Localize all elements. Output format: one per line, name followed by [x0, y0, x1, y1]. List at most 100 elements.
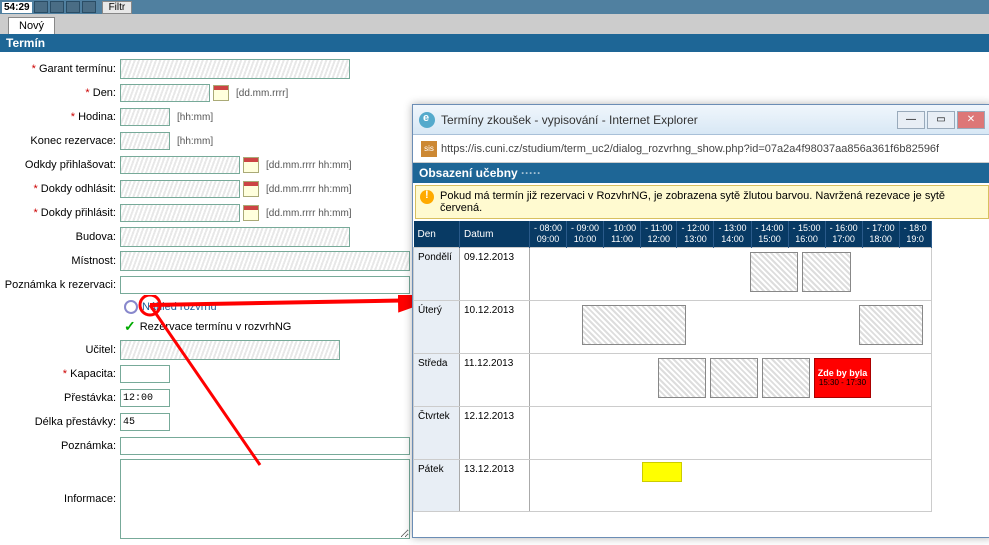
tab-novy[interactable]: Nový	[8, 17, 55, 34]
sis-favicon-icon: sis	[421, 141, 437, 157]
date-cell: 09.12.2013	[460, 248, 530, 301]
budova-select[interactable]: x	[120, 227, 350, 247]
poznamka-input[interactable]	[120, 437, 410, 455]
mistnost-select[interactable]: x	[120, 251, 410, 271]
dokdy-odhl-input[interactable]	[120, 180, 240, 198]
table-row: Středa 11.12.2013 Zde by byla 15:30 - 17…	[414, 354, 932, 407]
popup-content: Obsazení učebny ····· Pokud má termín ji…	[413, 163, 989, 537]
label-hodina: Hodina:	[78, 111, 116, 123]
col-hour: - 10:0011:00	[604, 221, 641, 248]
top-toolbar: 54:29 Filtr	[0, 0, 989, 14]
schedule-block[interactable]	[802, 252, 850, 292]
col-hour: - 15:0016:00	[788, 221, 825, 248]
label-poznamka: Poznámka:	[61, 440, 116, 452]
label-kapacita: Kapacita:	[70, 368, 116, 380]
warning-icon	[420, 190, 434, 204]
konec-input[interactable]	[120, 132, 170, 150]
label-pozn-rez: Poznámka k rezervaci:	[5, 279, 116, 291]
calendar-icon[interactable]	[243, 181, 259, 197]
label-delka: Délka přestávky:	[35, 416, 116, 428]
dokdy-prihl-input[interactable]	[120, 204, 240, 222]
ucitel-select[interactable]: x	[120, 340, 340, 360]
schedule-block[interactable]	[658, 358, 706, 398]
label-prestavka: Přestávka:	[64, 392, 116, 404]
day-cell: Středa	[414, 354, 460, 407]
popup-window: Termíny zkoušek - vypisování - Internet …	[412, 104, 989, 538]
label-konec: Konec rezervace:	[30, 135, 116, 147]
col-hour: - 09:0010:00	[567, 221, 604, 248]
nahled-rozvrhu-link[interactable]: Náhled rozvrhu	[142, 301, 217, 313]
col-hour: - 08:0009:00	[530, 221, 567, 248]
notice-text: Pokud má termín již rezervaci v RozvhrNG…	[440, 190, 945, 214]
home-icon[interactable]	[34, 1, 48, 13]
date-cell: 11.12.2013	[460, 354, 530, 407]
kapacita-input[interactable]	[120, 365, 170, 383]
label-dokdy-prihl: Dokdy přihlásit:	[41, 207, 116, 219]
bookmark-icon[interactable]	[66, 1, 80, 13]
reserved-block[interactable]	[642, 462, 682, 482]
odkdy-input[interactable]	[120, 156, 240, 174]
proposed-block[interactable]: Zde by byla 15:30 - 17:30	[814, 358, 870, 398]
label-odkdy: Odkdy přihlašovat:	[25, 159, 116, 171]
label-den: Den:	[93, 87, 116, 99]
label-dokdy-odhl: Dokdy odhlásit:	[41, 183, 116, 195]
calendar-icon[interactable]	[213, 85, 229, 101]
schedule-block[interactable]	[859, 305, 923, 345]
print-icon[interactable]	[82, 1, 96, 13]
schedule-block[interactable]	[762, 358, 810, 398]
day-cell: Úterý	[414, 301, 460, 354]
label-budova: Budova:	[76, 231, 116, 243]
clock: 54:29	[2, 2, 32, 13]
garant-select[interactable]: x	[120, 59, 350, 79]
preview-icon	[124, 300, 138, 314]
check-icon	[124, 318, 136, 335]
table-row: Pondělí 09.12.2013	[414, 248, 932, 301]
popup-title: Termíny zkoušek - vypisování - Internet …	[441, 113, 698, 127]
calendar-icon[interactable]	[243, 205, 259, 221]
schedule-block[interactable]	[750, 252, 798, 292]
prestavka-input[interactable]	[120, 389, 170, 407]
tab-row: Nový	[0, 14, 989, 34]
table-header-row: Den Datum - 08:0009:00 - 09:0010:00 - 10…	[414, 221, 932, 248]
schedule-table: Den Datum - 08:0009:00 - 09:0010:00 - 10…	[413, 221, 932, 512]
hint-den: [dd.mm.rrrr]	[232, 88, 288, 99]
schedule-block[interactable]	[582, 305, 686, 345]
hint-konec: [hh:mm]	[173, 136, 213, 147]
col-datum: Datum	[460, 221, 530, 248]
col-hour: - 14:0015:00	[751, 221, 788, 248]
col-hour: - 12:0013:00	[677, 221, 714, 248]
date-cell: 10.12.2013	[460, 301, 530, 354]
rezervace-ng-label: Rezervace termínu v rozvrhNG	[140, 321, 292, 333]
table-row: Čtvrtek 12.12.2013	[414, 407, 932, 460]
col-hour: - 16:0017:00	[825, 221, 862, 248]
label-informace: Informace:	[64, 493, 116, 505]
hint-hodina: [hh:mm]	[173, 112, 213, 123]
col-hour: - 13:0014:00	[714, 221, 751, 248]
maximize-button[interactable]: ▭	[927, 111, 955, 129]
schedule-block[interactable]	[710, 358, 758, 398]
informace-textarea[interactable]	[120, 459, 410, 539]
den-input[interactable]	[120, 84, 210, 102]
minimize-button[interactable]: —	[897, 111, 925, 129]
url-text: https://is.cuni.cz/studium/term_uc2/dial…	[441, 143, 939, 155]
col-hour: - 11:0012:00	[641, 221, 677, 248]
col-den: Den	[414, 221, 460, 248]
popup-titlebar[interactable]: Termíny zkoušek - vypisování - Internet …	[413, 105, 989, 135]
col-hour: - 18:019:0	[899, 221, 931, 248]
label-garant: Garant termínu:	[39, 63, 116, 75]
day-cell: Čtvrtek	[414, 407, 460, 460]
hint-dokdy-prihl: [dd.mm.rrrr hh:mm]	[262, 208, 352, 219]
date-cell: 12.12.2013	[460, 407, 530, 460]
ie-icon	[419, 112, 435, 128]
label-mistnost: Místnost:	[71, 255, 116, 267]
filter-button[interactable]: Filtr	[102, 1, 133, 14]
date-cell: 13.12.2013	[460, 460, 530, 512]
address-bar[interactable]: sis https://is.cuni.cz/studium/term_uc2/…	[413, 135, 989, 163]
poznamka-rez-input[interactable]	[120, 276, 410, 294]
star-icon[interactable]	[50, 1, 64, 13]
hodina-input[interactable]	[120, 108, 170, 126]
notice-box: Pokud má termín již rezervaci v RozvhrNG…	[415, 185, 989, 219]
calendar-icon[interactable]	[243, 157, 259, 173]
close-button[interactable]: ✕	[957, 111, 985, 129]
delka-input[interactable]	[120, 413, 170, 431]
